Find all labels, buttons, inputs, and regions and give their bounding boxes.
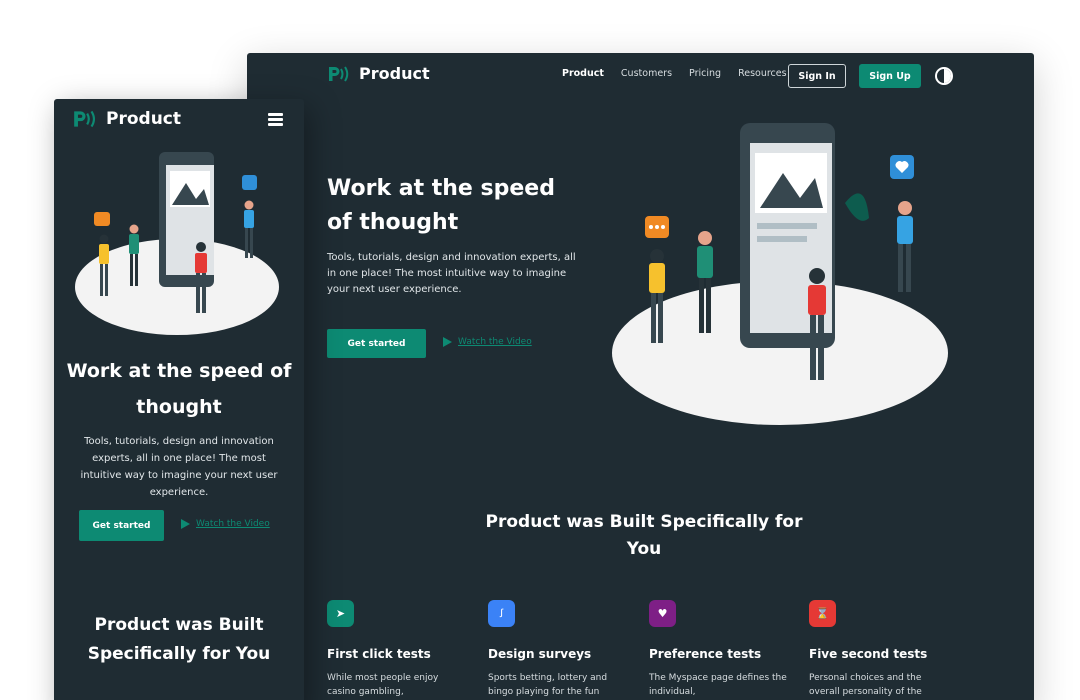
hero-description: Tools, tutorials, design and innovation …: [80, 436, 278, 498]
feature-title: First click tests: [327, 647, 431, 661]
play-icon: [181, 519, 190, 529]
hourglass-icon: ⌛: [809, 600, 836, 627]
hamburger-icon[interactable]: [268, 113, 283, 126]
sign-in-button[interactable]: Sign In: [788, 64, 846, 88]
feature-five-second-tests: ⌛ Five second tests Personal choices and…: [809, 600, 949, 699]
feature-text: While most people enjoy casino gambling,: [327, 673, 439, 697]
feature-title: Five second tests: [809, 647, 928, 661]
feature-text: Personal choices and the overall persona…: [809, 673, 922, 697]
section-title: Product was Built Specifically for You: [485, 512, 803, 559]
nav-link-customers[interactable]: Customers: [621, 68, 672, 79]
watch-video-label: Watch the Video: [196, 519, 270, 529]
feature-text: Sports betting, lottery and bingo playin…: [488, 673, 608, 697]
nav-link-resources[interactable]: Resources: [738, 68, 787, 79]
watch-video-link[interactable]: Watch the Video: [443, 337, 532, 347]
watch-video-label: Watch the Video: [458, 337, 532, 347]
brand-name: Product: [106, 109, 181, 129]
hero-illustration: [75, 152, 279, 335]
get-started-button[interactable]: Get started: [327, 329, 426, 358]
get-started-button[interactable]: Get started: [79, 510, 164, 541]
feature-title: Preference tests: [649, 647, 762, 661]
brand-logo[interactable]: Product: [327, 64, 430, 83]
hero-title: Work at the speed of thought: [327, 176, 555, 235]
cursor-icon: ➤: [327, 600, 354, 627]
feature-design-surveys: ꭍ Design surveys Sports betting, lottery…: [488, 600, 628, 699]
feature-text: The Myspace page defines the individual,: [649, 673, 787, 697]
watch-video-link[interactable]: Watch the Video: [181, 519, 270, 529]
logo-icon: [72, 109, 98, 129]
contrast-icon[interactable]: [935, 67, 953, 85]
desktop-preview: Product Product Customers Pricing Resour…: [247, 53, 1034, 700]
hero-description: Tools, tutorials, design and innovation …: [327, 252, 576, 295]
feature-preference-tests: ♥ Preference tests The Myspace page defi…: [649, 600, 789, 699]
section-title: Product was Built Specifically for You: [87, 615, 271, 664]
stumbleupon-icon: ꭍ: [488, 600, 515, 627]
sign-up-button[interactable]: Sign Up: [859, 64, 921, 88]
hero-illustration: [612, 123, 948, 425]
feature-first-click-tests: ➤ First click tests While most people en…: [327, 600, 467, 699]
mobile-preview: Product Work at the speed of thought Too…: [54, 99, 304, 700]
feature-title: Design surveys: [488, 647, 592, 661]
desktop-navbar: Product Product Customers Pricing Resour…: [247, 53, 1034, 99]
logo-icon: [327, 65, 351, 83]
nav-link-pricing[interactable]: Pricing: [689, 68, 721, 79]
heart-icon: ♥: [649, 600, 676, 627]
hero-title: Work at the speed of thought: [66, 360, 292, 418]
nav-links: Product Customers Pricing Resources: [562, 68, 787, 79]
brand-name: Product: [359, 64, 430, 83]
play-icon: [443, 337, 452, 347]
nav-link-product[interactable]: Product: [562, 68, 604, 79]
brand-logo[interactable]: Product: [72, 109, 181, 129]
